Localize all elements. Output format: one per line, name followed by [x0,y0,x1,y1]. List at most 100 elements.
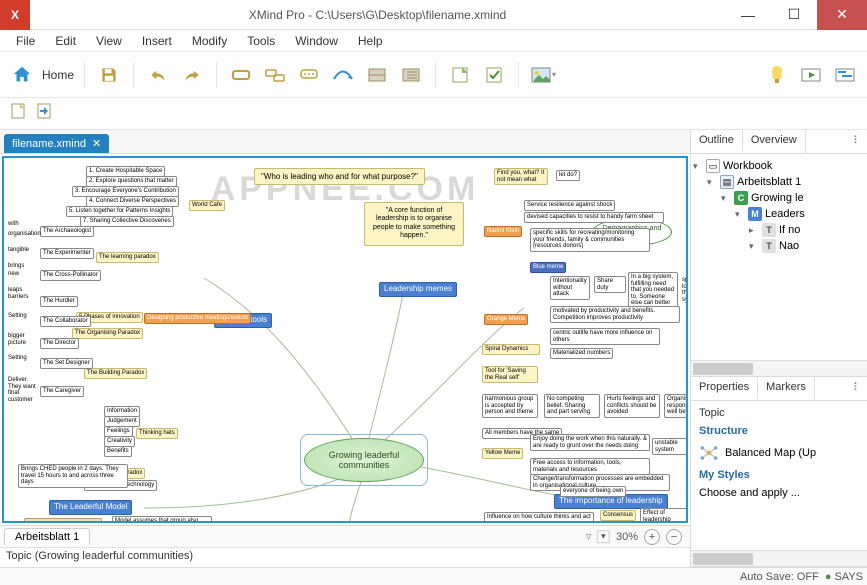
node-spreads[interactable]: spreads loyalty to the system [680,276,688,304]
outline-hscroll[interactable] [691,360,867,376]
tab-overview[interactable]: Overview [743,130,806,153]
new-sheet-button[interactable] [8,101,28,126]
node-blue-meme[interactable]: Blue meme [530,262,566,273]
node-setting[interactable]: Setting [6,312,29,321]
node-set-designer[interactable]: The Set Designer [40,358,93,369]
gantt-button[interactable] [831,61,859,89]
node-hurdler[interactable]: The Hurdler [40,296,78,307]
node-world-cafe[interactable]: World Cafe [189,200,225,211]
node-orange-meme[interactable]: Orange Meme [484,314,528,325]
node-phase4[interactable]: 4. Connect Diverse Perspectives [86,196,179,207]
menu-window[interactable]: Window [285,32,348,50]
props-mystyles-title[interactable]: My Styles [693,465,865,485]
callout-button[interactable] [295,61,323,89]
tree-sub1[interactable]: If no [779,224,800,236]
zoom-in-button[interactable]: + [644,529,660,545]
tab-outline[interactable]: Outline [691,130,743,153]
node-leaps[interactable]: leaps barriers [6,286,36,301]
node-organising-paradox[interactable]: The Organising Paradox [72,328,143,339]
node-let-do[interactable]: let do? [556,170,580,181]
node-no-competing[interactable]: No competing belief. Sharing and part se… [544,394,600,418]
document-tab[interactable]: filename.xmind ✕ [4,134,109,153]
node-share-duty[interactable]: Share duty [594,276,626,293]
node-with[interactable]: with [6,220,21,229]
node-spiral-dynamics[interactable]: Spiral Dynamics [482,344,540,355]
tree-sheet[interactable]: Arbeitsblatt 1 [737,176,801,188]
mindmap-canvas[interactable]: Growing leaderful communities "Who is le… [4,158,686,521]
node-hat-creativity[interactable]: Creativity [104,436,135,447]
tree-sub2[interactable]: Nao [779,240,799,252]
node-phase5[interactable]: 5. Listen together for Patterns Insights [66,206,173,217]
menu-file[interactable]: File [6,32,45,50]
node-brings-ched[interactable]: Brings CHED people in 2 days. They trave… [18,464,128,488]
menu-modify[interactable]: Modify [182,32,237,50]
panel-menu-icon[interactable]: ⠇ [847,377,867,400]
node-phase1[interactable]: 1. Create Hospitable Space [86,166,165,177]
node-phase2[interactable]: 2. Explore questions that matter [86,176,177,187]
sheet-tab[interactable]: Arbeitsblatt 1 [4,528,90,545]
node-director[interactable]: The Director [40,338,79,349]
note-button[interactable] [446,61,474,89]
node-effect[interactable]: Effect of leadership meme [640,508,688,523]
node-deliver[interactable]: Deliver. They want final customer [6,376,38,404]
node-intentionality[interactable]: Intentionality without attack [550,276,590,300]
node-influence[interactable]: Influence on how culture thinks and act … [484,512,594,523]
properties-hscroll[interactable] [691,550,867,566]
node-centric[interactable]: centric outlife have more influence on o… [550,328,660,345]
node-model-assumes[interactable]: Model assumes that group also has an ide… [112,516,212,523]
node-naomi-klein[interactable]: Naomi Klein [484,226,522,237]
redo-button[interactable] [178,61,206,89]
node-hat-benefits[interactable]: Benefits [104,446,132,457]
node-question[interactable]: "Who is leading who and for what purpose… [254,168,425,185]
filter-icon[interactable]: ▿ [586,530,592,543]
document-tab-close-icon[interactable]: ✕ [92,137,101,150]
menu-view[interactable]: View [86,32,132,50]
close-button[interactable]: ✕ [817,0,867,30]
node-enjoy[interactable]: Enjoy doing the work when this naturally… [530,434,650,451]
menu-help[interactable]: Help [348,32,393,50]
node-experimenter[interactable]: The Experimenter [40,248,94,259]
home-button[interactable] [8,61,36,89]
node-hat-judgement[interactable]: Judgement [104,416,140,427]
node-specific[interactable]: specific skills for recreating/monitorin… [530,228,650,252]
relationship-button[interactable] [329,61,357,89]
tab-markers[interactable]: Markers [758,377,815,400]
export-button[interactable] [34,101,54,126]
minimize-button[interactable]: — [725,0,771,30]
tree-central[interactable]: Growing le [751,192,804,204]
outline-tree[interactable]: ▾▭Workbook ▾▤Arbeitsblatt 1 ▾CGrowing le… [691,154,867,360]
props-choose-apply[interactable]: Choose and apply ... [699,487,800,499]
node-leadership-memes[interactable]: Leadership memes [379,282,457,297]
boundary-button[interactable] [363,61,391,89]
node-free-access[interactable]: Free access to information, tools, mater… [530,458,650,475]
node-everyone[interactable]: everyone of being own [560,486,626,497]
node-learning-paradox[interactable]: The learning paradox [96,252,159,263]
node-designing[interactable]: Designing productive meetings/events [144,313,251,324]
node-leaderful-model[interactable]: The Leaderful Model [49,500,132,515]
node-find-you[interactable]: Find you, what? It not mean what [494,168,548,185]
node-org-respond[interactable]: Organisation responsible for well being [664,394,688,418]
panel-menu-icon[interactable]: ⠇ [847,130,867,153]
props-structure-title[interactable]: Structure [693,421,865,441]
node-service[interactable]: Service resilience against shock [524,200,615,211]
presentation-button[interactable] [797,61,825,89]
node-devised[interactable]: devised capacities to resist to handy fa… [524,212,664,223]
subtopic-button[interactable] [261,61,289,89]
menu-tools[interactable]: Tools [237,32,285,50]
undo-button[interactable] [144,61,172,89]
node-hurts[interactable]: Hurts feelings and conflicts should be a… [604,394,660,418]
node-new[interactable]: new [6,270,21,279]
node-setting2[interactable]: Setting [6,354,29,363]
node-hat-information[interactable]: Information [104,406,140,417]
maximize-button[interactable]: ☐ [771,0,817,30]
node-harmonious[interactable]: harmonious group is accepted by person a… [482,394,538,418]
node-tangible[interactable]: tangible [6,246,31,255]
save-button[interactable] [95,61,123,89]
node-materialized[interactable]: Materialized numbers [550,348,613,359]
tree-main1[interactable]: Leaders [765,208,805,220]
node-building-paradox[interactable]: The Building Paradox [84,368,147,379]
node-phase6[interactable]: 7. Sharing Collective Discoveries [80,216,174,227]
central-topic[interactable]: Growing leaderful communities [304,438,424,482]
node-core-function[interactable]: "A core function of leadership is to org… [364,202,464,246]
brainstorm-button[interactable] [763,61,791,89]
